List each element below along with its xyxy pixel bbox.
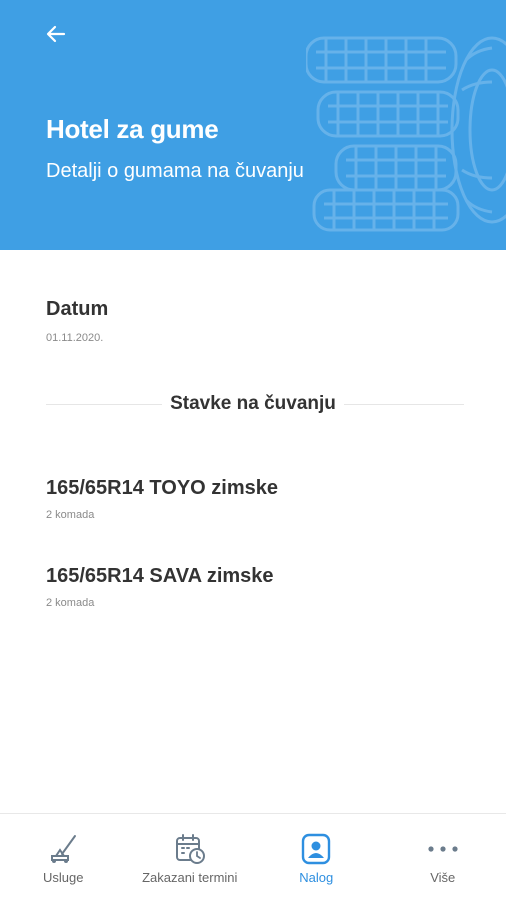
bottom-navigation: Usluge Zakazani termini Nalog Više	[0, 813, 506, 900]
nav-item-zakazani-termini[interactable]: Zakazani termini	[127, 814, 254, 900]
nav-item-nalog[interactable]: Nalog	[253, 814, 380, 900]
section-title: Stavke na čuvanju	[0, 393, 506, 415]
nav-label-vise: Više	[430, 870, 456, 885]
nav-label-usluge: Usluge	[43, 870, 84, 885]
page-title: Hotel za gume	[46, 114, 219, 144]
page-subtitle: Detalji o gumama na čuvanju	[46, 160, 304, 182]
list-item: 165/65R14 SAVA zimske 2 komada	[46, 565, 466, 609]
jack-icon	[46, 832, 80, 866]
date-label: Datum	[46, 298, 109, 320]
calendar-clock-icon	[173, 832, 207, 866]
list-item: 165/65R14 TOYO zimske 2 komada	[46, 477, 466, 521]
back-button[interactable]	[40, 18, 72, 50]
nav-label-nalog: Nalog	[299, 870, 334, 885]
header: Hotel za gume Detalji o gumama na čuvanj…	[0, 0, 506, 250]
date-value: 01.11.2020.	[46, 332, 104, 344]
more-dots-icon	[426, 832, 460, 866]
item-quantity: 2 komada	[46, 509, 95, 521]
arrow-left-icon	[46, 25, 66, 43]
nav-label-zakazani-termini: Zakazani termini	[142, 870, 238, 885]
tires-illustration	[306, 36, 506, 232]
nav-item-vise[interactable]: Više	[380, 814, 506, 900]
section-title-text: Stavke na čuvanju	[162, 393, 344, 414]
nav-item-usluge[interactable]: Usluge	[0, 814, 127, 900]
item-name: 165/65R14 SAVA zimske	[46, 565, 274, 587]
item-name: 165/65R14 TOYO zimske	[46, 477, 278, 499]
item-quantity: 2 komada	[46, 597, 95, 609]
account-icon	[299, 832, 333, 866]
